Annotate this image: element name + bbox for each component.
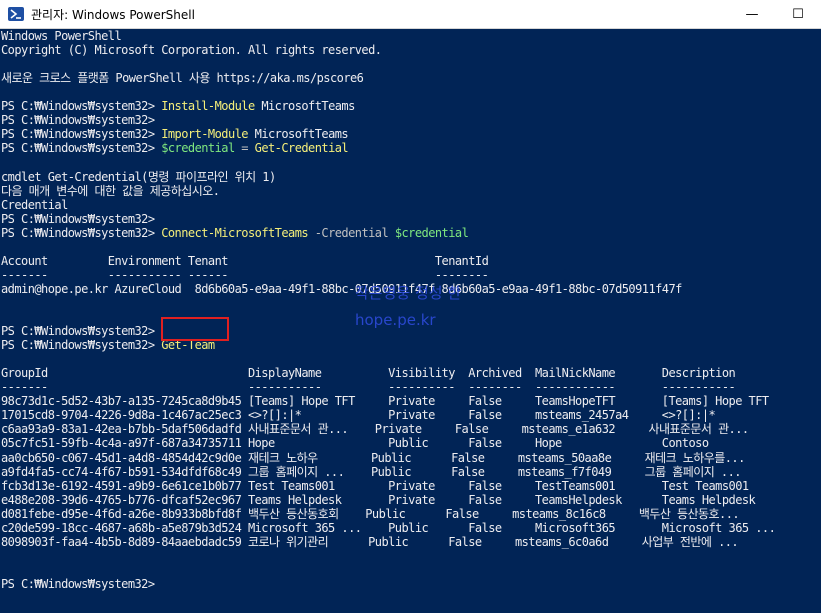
console-line: ------- ----------- ---------- -------- … [1,380,736,395]
console-line-text: ------- ----------- ------ -------- [1,267,489,282]
console-line-text: GroupId DisplayName Visibility Archived … [1,366,736,381]
command-token: = [234,141,255,156]
console-line-text: d081febe-d95e-4f6d-a26e-8b933b8bfd8f 백두산… [1,506,740,521]
console-line: PS C:₩Windows₩system32> Import-Module Mi… [1,127,349,142]
console-line-text: cmdlet Get-Credential(명령 파이프라인 위치 1) [1,169,276,184]
command-token: Install-Module [161,99,255,114]
console-line: admin@hope.pe.kr AzureCloud 8d6b60a5-e9a… [1,282,682,296]
command-token: Connect-MicrosoftTeams [161,225,309,240]
console-line-text: e488e208-39d6-4765-b776-dfcaf52ec967 Tea… [1,492,756,507]
command-token: $credential [161,141,235,156]
console-line-text: 8098903f-faa4-4b5b-8d89-84aaebdadc59 코로나… [1,534,739,549]
console-line-text: c6aa93a9-83a1-42ea-b7bb-5daf506dadfd 사내표… [1,422,749,437]
console-line: Copyright (C) Microsoft Corporation. All… [1,43,382,58]
highlight-box [161,317,229,341]
console-line-text: fcb3d13e-6192-4591-a9b9-6e61ce1b0b77 Tes… [1,478,749,493]
console-line: Account Environment Tenant TenantId [1,253,489,268]
console-line: Credential [1,198,68,212]
console-line: 다음 매개 변수에 대한 값을 제공하십시오. [1,183,220,198]
console-line: 05c7fc51-59fb-4c4a-a97f-687a34735711 Hop… [1,436,709,450]
console-line-text: PS C:₩Windows₩system32> [1,211,162,226]
console-line: PS C:₩Windows₩system32> [1,324,161,338]
console-line-text: c20de599-18cc-4687-a68b-a5e879b3d524 Mic… [1,520,776,535]
console-line: Windows PowerShell [1,29,122,43]
console-line: PS C:₩Windows₩system32> Connect-Microsof… [1,225,469,240]
console-line-text: admin@hope.pe.kr AzureCloud 8d6b60a5-e9a… [1,281,682,296]
console-line-text: PS C:₩Windows₩system32> [1,338,162,353]
console-line-text: 다음 매개 변수에 대한 값을 제공하십시오. [1,183,220,198]
console-line-text: a9fd4fa5-cc74-4f67-b591-534dfdf68c49 그룹 … [1,464,742,479]
command-token: MicrosoftTeams [247,127,349,142]
console-line: PS C:₩Windows₩system32> [1,577,161,591]
console-line: c6aa93a9-83a1-42ea-b7bb-5daf506dadfd 사내표… [1,422,749,436]
console-line-text: PS C:₩Windows₩system32> [1,113,162,128]
console-line-text: Windows PowerShell [1,29,122,43]
console-line: aa0cb650-c067-45d1-a4d8-4854d42c9d0e 재테크… [1,451,745,465]
title-bar: 관리자: Windows PowerShell — ☐ [0,0,821,29]
command-token: MicrosoftTeams [254,99,355,114]
console-line-text: PS C:₩Windows₩system32> [1,141,162,156]
console-line: cmdlet Get-Credential(명령 파이프라인 위치 1) [1,170,276,184]
console-line: c20de599-18cc-4687-a68b-a5e879b3d524 Mic… [1,520,776,535]
console-line: e488e208-39d6-4765-b776-dfcaf52ec967 Tea… [1,492,756,507]
command-token: $credential [394,225,469,240]
console-line-text: PS C:₩Windows₩system32> [1,324,162,339]
console-line: 98c73d1c-5d52-43b7-a135-7245ca8d9b45 [Te… [1,394,769,408]
console-line-text: Account Environment Tenant TenantId [1,253,489,268]
console-line-text: 98c73d1c-5d52-43b7-a135-7245ca8d9b45 [Te… [1,394,769,409]
console-line: PS C:₩Windows₩system32> [1,113,161,127]
console-line: fcb3d13e-6192-4591-a9b9-6e61ce1b0b77 Tes… [1,479,749,493]
console-line-text: PS C:₩Windows₩system32> [1,127,162,142]
console-line-text: 새로운 크로스 플랫폼 PowerShell 사용 https://aka.ms… [1,71,364,86]
console-line-text: 17015cd8-9704-4226-9d8a-1c467ac25ec3 <>?… [1,408,716,423]
console-line-text: aa0cb650-c067-45d1-a4d8-4854d42c9d0e 재테크… [1,450,745,465]
watermark-line2: hope.pe.kr [355,311,436,329]
command-token: Import-Module [161,127,248,142]
console-line-text: 05c7fc51-59fb-4c4a-a97f-687a34735711 Hop… [1,436,709,451]
command-token: Get-Credential [254,141,349,156]
console-line: a9fd4fa5-cc74-4f67-b591-534dfdf68c49 그룹 … [1,464,742,479]
console-line-text: Credential [1,197,68,212]
console-line: PS C:₩Windows₩system32> Install-Module M… [1,99,355,113]
minimize-button[interactable]: — [729,0,775,29]
console-line: 8098903f-faa4-4b5b-8d89-84aaebdadc59 코로나… [1,534,739,549]
powershell-icon [8,7,24,21]
console-line: ------- ----------- ------ -------- [1,267,489,282]
console-line: PS C:₩Windows₩system32> $credential = Ge… [1,141,349,156]
console-line: 새로운 크로스 플랫폼 PowerShell 사용 https://aka.ms… [1,71,364,86]
console-line: d081febe-d95e-4f6d-a26e-8b933b8bfd8f 백두산… [1,506,740,521]
window-title: 관리자: Windows PowerShell [31,8,195,22]
console-line-text: Copyright (C) Microsoft Corporation. All… [1,43,382,58]
console-line: PS C:₩Windows₩system32> [1,212,161,226]
console-line-text: ------- ----------- ---------- -------- … [1,380,736,395]
maximize-button[interactable]: ☐ [775,0,821,29]
watermark-line1: 작은영웅 정성 한 [355,284,462,302]
console-line-text: PS C:₩Windows₩system32> [1,225,162,240]
command-token: -Credential [308,225,395,240]
console-line: 17015cd8-9704-4226-9d8a-1c467ac25ec3 <>?… [1,408,716,423]
console-line-text: PS C:₩Windows₩system32> [1,99,162,114]
console-line-text: PS C:₩Windows₩system32> [1,576,162,591]
console-line: GroupId DisplayName Visibility Archived … [1,366,736,381]
